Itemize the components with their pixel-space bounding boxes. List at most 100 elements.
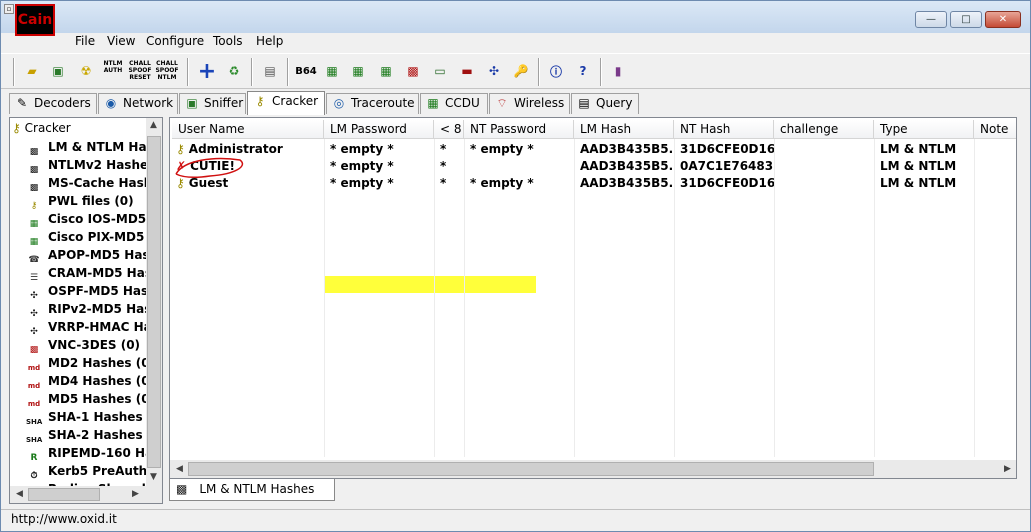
tree-item-label: MD4 Hashes (0) [48, 374, 156, 388]
tree-item[interactable]: ⏱Kerb5 PreAuth Hashes (0) [26, 462, 162, 481]
column-header[interactable]: Type [874, 120, 974, 139]
tree-item[interactable]: ▩ VNC-3DES (0) [26, 336, 140, 355]
start-sniffer-icon[interactable]: ▣ [47, 60, 69, 82]
cisco-pix-tool-icon[interactable]: ▦ [347, 60, 369, 82]
wireless-tool-icon[interactable]: ✣ [483, 60, 505, 82]
menu-view[interactable]: View [105, 33, 137, 49]
table-row[interactable]: ⚷ Guest * empty * * * empty * AAD3B435B5... 31… [172, 175, 1016, 192]
main-tab-strip: ✎ Decoders ◉ Network ▣ Sniffer ⚷ Cracker ◎ Tr… [1, 91, 1030, 115]
scroll-right-icon[interactable]: ▶ [132, 489, 139, 499]
cracker-tree[interactable]: ⚷ Cracker ▩LM & NTLM Hashes▩NTLMv2 Hashe… [9, 117, 163, 504]
scroll-left-icon[interactable]: ◀ [176, 464, 183, 474]
tab-decoders[interactable]: ✎ Decoders [9, 93, 97, 114]
tree-item[interactable]: RRIPEMD-160 Hashes (0) [26, 444, 162, 463]
tree-item[interactable]: SHA SHA-1 Hashes (0) [26, 408, 162, 426]
tab-traceroute[interactable]: ◎ Traceroute [326, 93, 419, 114]
column-header[interactable]: LM Hash [574, 120, 674, 139]
tree-item[interactable]: ▩MS-Cache Hashes (0) [26, 174, 162, 193]
table-cell: * empty * [324, 158, 434, 175]
tree-item[interactable]: SHA SHA-2 Hashes (0) [26, 426, 162, 444]
tree-item[interactable]: ☎APOP-MD5 Hashes (0) [26, 246, 162, 265]
tree-item[interactable]: ✣VRRP-HMAC Hashes (0) [26, 318, 162, 337]
tab-query[interactable]: ▤ Query [571, 93, 639, 114]
table-hscroll-thumb[interactable] [188, 462, 874, 476]
tree-item[interactable]: ▦Cisco IOS-MD5 Hashes (0) [26, 210, 162, 229]
cell-text: * empty * [330, 142, 394, 156]
tree-item[interactable]: ☰CRAM-MD5 Hashes (0) [26, 264, 162, 283]
scroll-right-icon[interactable]: ▶ [1004, 464, 1011, 474]
tree-scroll-thumb[interactable] [147, 136, 161, 468]
menu-configure[interactable]: Configure [144, 33, 206, 49]
tree-vertical-scrollbar[interactable]: ▲ ▼ [146, 118, 162, 487]
tree-item[interactable]: md MD5 Hashes (0) [26, 390, 155, 408]
lsa-secrets-icon[interactable]: ▭ [429, 60, 451, 82]
chall-spoof-reset-button[interactable]: CHALL SPOOF RESET [128, 60, 152, 84]
close-button[interactable]: ✕ [985, 11, 1021, 28]
tree-item[interactable]: ▦Cisco PIX-MD5 Hashes (0) [26, 228, 162, 247]
protected-storage-icon[interactable]: ▬ [456, 60, 478, 82]
system-menu-icon[interactable]: ▫ [4, 4, 14, 14]
table-horizontal-scrollbar[interactable]: ◀ ▶ [170, 460, 1016, 478]
column-header[interactable]: LM Password [324, 120, 434, 139]
menu-tools[interactable]: Tools [211, 33, 245, 49]
info-icon[interactable]: ⓘ [545, 60, 567, 82]
sniffer-icon: ▣ [186, 96, 198, 110]
add-icon[interactable]: + [196, 59, 218, 84]
toolbar-separator [538, 58, 540, 86]
table-cell: 31D6CFE0D16... [674, 175, 774, 192]
minimize-button[interactable]: — [915, 11, 947, 28]
column-header[interactable]: NT Hash [674, 120, 774, 139]
tab-wireless[interactable]: ⌔ Wireless [489, 93, 570, 114]
column-header[interactable]: challenge [774, 120, 874, 139]
column-header[interactable]: NT Password [464, 120, 574, 139]
chall-spoof-ntlm-button[interactable]: CHALL SPOOF NTLM [155, 60, 179, 84]
decoders-icon: ✎ [16, 96, 28, 110]
ntlm-hash-icon: ▩ [176, 482, 188, 496]
tree-hscroll-thumb[interactable] [28, 488, 100, 501]
tab-lm-ntlm-hashes[interactable]: ▩ LM & NTLM Hashes [169, 479, 335, 501]
tab-sniffer[interactable]: ▣ Sniffer [179, 93, 246, 114]
cisco-type7-icon[interactable]: ▦ [321, 60, 343, 82]
exit-icon[interactable]: ▮ [607, 60, 629, 82]
menu-file[interactable]: File [73, 33, 97, 49]
decode-icon[interactable]: ▤ [259, 60, 281, 82]
scroll-down-icon[interactable]: ▼ [150, 472, 157, 482]
tab-network[interactable]: ◉ Network [98, 93, 178, 114]
help-icon[interactable]: ? [572, 60, 594, 82]
hash-table[interactable]: User Name LM Password < 8 NT Password LM Has… [169, 117, 1017, 479]
column-header[interactable]: User Name [172, 120, 324, 139]
red-circle-annotation [175, 157, 244, 179]
scroll-up-icon[interactable]: ▲ [150, 120, 157, 130]
cell-text: 31D6CFE0D16... [680, 176, 774, 190]
ntlm-auth-button[interactable]: NTLM AUTH [101, 60, 125, 84]
cell-text: LM & NTLM [880, 176, 957, 190]
tree-item[interactable]: ✣RIPv2-MD5 Hashes (0) [26, 300, 162, 319]
tree-horizontal-scrollbar[interactable]: ◀ ▶ [10, 486, 162, 503]
tree-item[interactable]: md MD4 Hashes (0) [26, 372, 155, 390]
column-header[interactable]: < 8 [434, 120, 464, 139]
tree-item[interactable]: ⚷ PWL files (0) [26, 192, 134, 211]
query-icon: ▤ [578, 96, 590, 110]
vnc-tool-icon[interactable]: ▩ [402, 60, 424, 82]
column-header[interactable]: Note [974, 120, 1016, 139]
tree-root[interactable]: ⚷ Cracker [12, 121, 71, 135]
base64-button[interactable]: B64 [295, 60, 317, 82]
cain-logo-icon[interactable]: Cain [15, 4, 55, 36]
tree-item[interactable]: md MD2 Hashes (0) [26, 354, 155, 372]
recycle-icon[interactable]: ♻ [223, 60, 245, 82]
tree-item[interactable]: ▩NTLMv2 Hashes (0) [26, 156, 162, 175]
tree-item[interactable]: ▩LM & NTLM Hashes [26, 138, 162, 157]
tab-ccdu[interactable]: ▦ CCDU [420, 93, 488, 114]
scroll-left-icon[interactable]: ◀ [16, 489, 23, 499]
vpn-tool-icon[interactable]: ▦ [375, 60, 397, 82]
hash-calculator-icon[interactable]: 🔑 [510, 60, 532, 82]
arp-poison-icon[interactable]: ☢ [75, 60, 97, 82]
tab-cracker[interactable]: ⚷ Cracker [247, 91, 325, 115]
table-row[interactable]: ⚷ Administrator * empty * * * empty * AAD3B43… [172, 141, 1016, 158]
maximize-button[interactable]: □ [950, 11, 982, 28]
table-cell: LM & NTLM [874, 175, 974, 192]
table-row[interactable]: ✗ CUTIE! * empty * * AAD3B435B5... 0A7C1E7648… [172, 158, 1016, 175]
tree-item[interactable]: ✣OSPF-MD5 Hashes (0) [26, 282, 162, 301]
menu-help[interactable]: Help [254, 33, 285, 49]
open-folder-icon[interactable]: ▰ [21, 60, 43, 82]
